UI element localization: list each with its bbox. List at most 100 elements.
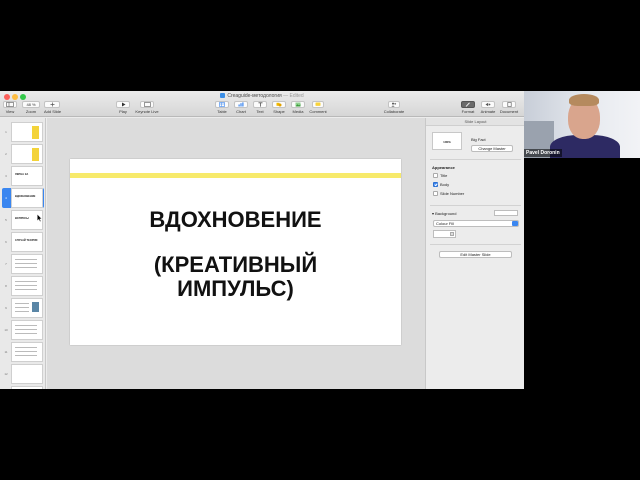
navigator-slide-12[interactable]: 12 bbox=[2, 364, 44, 384]
thumbnail-title: ВОПРОСЫ bbox=[15, 217, 29, 220]
table-label: Table bbox=[217, 109, 227, 114]
keynote-live-button[interactable]: Keynote Live bbox=[134, 101, 160, 114]
divider bbox=[430, 205, 521, 206]
format-label: Format bbox=[461, 109, 475, 114]
navigator-slide-10[interactable]: 10 bbox=[2, 320, 44, 340]
tab-slide-layout[interactable]: Slide Layout bbox=[426, 118, 524, 126]
chart-label: Chart bbox=[236, 109, 246, 114]
slide-canvas: ВДОХНОВЕНИЕ (КРЕАТИВНЫЙ ИМПУЛЬС) bbox=[47, 118, 425, 389]
color-picker-icon[interactable] bbox=[450, 232, 454, 236]
thumbnail-title: ВДОХНОВЕНИЕ bbox=[15, 195, 36, 198]
mouse-cursor-icon bbox=[37, 214, 42, 222]
fill-type-value: Colour Fill bbox=[436, 221, 455, 226]
slide-thumbnail bbox=[11, 320, 43, 340]
add-slide-button[interactable]: Add Slide bbox=[44, 101, 62, 114]
thumbnail-text-line bbox=[15, 333, 37, 334]
format-inspector: Slide Layout 100% Big Fact Change Master… bbox=[425, 118, 524, 389]
shape-button[interactable]: Shape bbox=[272, 101, 286, 114]
current-slide[interactable]: ВДОХНОВЕНИЕ (КРЕАТИВНЫЙ ИМПУЛЬС) bbox=[70, 159, 401, 345]
slide-number: 2 bbox=[5, 152, 7, 156]
thumbnail-text-line bbox=[15, 347, 37, 348]
thumbnail-image bbox=[32, 126, 39, 139]
text-button[interactable]: Text bbox=[253, 101, 267, 114]
navigator-slide-7[interactable]: 7 bbox=[2, 254, 44, 274]
navigator-slide-9[interactable]: 9 bbox=[2, 298, 44, 318]
thumbnail-image bbox=[32, 302, 39, 312]
edit-master-slide-button[interactable]: Edit Master Slide bbox=[439, 251, 512, 258]
zoom-value-box: 48 % bbox=[22, 101, 40, 108]
thumbnail-text-line bbox=[15, 325, 37, 326]
thumbnail-image bbox=[32, 148, 39, 161]
appearance-heading: Appearance bbox=[432, 165, 455, 170]
collaborate-button[interactable]: Collaborate bbox=[380, 101, 408, 114]
edited-status: — Edited bbox=[283, 93, 304, 99]
keynote-doc-icon bbox=[220, 93, 226, 98]
slide-number: 1 bbox=[5, 130, 7, 134]
slide-title[interactable]: ВДОХНОВЕНИЕ bbox=[70, 206, 401, 233]
slide-navigator: 1 2 3 ЛЕРНА ЗА 4 ВДОХНОВЕНИЕ 5 ВОПРОСЫ 6 СЛУЧАЙ Т… bbox=[0, 118, 46, 389]
chart-button[interactable]: Chart bbox=[234, 101, 248, 114]
zoom-menu[interactable]: 48 % Zoom bbox=[22, 101, 40, 114]
play-button[interactable]: Play bbox=[116, 101, 130, 114]
slide-thumbnail bbox=[11, 298, 43, 318]
background-heading: Background bbox=[435, 211, 457, 216]
thumbnail-text-line bbox=[15, 259, 37, 260]
comment-label: Comment bbox=[309, 109, 327, 114]
document-icon bbox=[502, 101, 516, 108]
checkbox-label: Slide Number bbox=[440, 191, 465, 196]
navigator-slide-4[interactable]: 4 ВДОХНОВЕНИЕ bbox=[2, 188, 44, 208]
keynote-live-icon bbox=[140, 101, 154, 108]
collaborate-label: Collaborate bbox=[383, 109, 405, 114]
navigator-slide-11[interactable]: 11 bbox=[2, 342, 44, 362]
slide-body-line-1: (КРЕАТИВНЫЙ bbox=[153, 252, 318, 277]
navigator-slide-1[interactable]: 1 bbox=[2, 122, 44, 142]
slide-number: 5 bbox=[5, 218, 7, 222]
animate-button[interactable]: Animate bbox=[479, 101, 497, 114]
animate-icon bbox=[481, 101, 495, 108]
background-color-well[interactable] bbox=[494, 210, 518, 216]
media-button[interactable]: Media bbox=[291, 101, 305, 114]
zoom-label: Zoom bbox=[25, 109, 37, 114]
shape-icon bbox=[272, 101, 286, 108]
navigator-slide-2[interactable]: 2 bbox=[2, 144, 44, 164]
slide-number: 7 bbox=[5, 262, 7, 266]
comment-button[interactable]: Comment bbox=[309, 101, 327, 114]
thumbnail-text-line bbox=[15, 355, 37, 356]
document-name: Creaguide-методология bbox=[227, 93, 282, 99]
navigator-slide-3[interactable]: 3 ЛЕРНА ЗА bbox=[2, 166, 44, 186]
slide-body[interactable]: (КРЕАТИВНЫЙ ИМПУЛЬС) bbox=[70, 253, 401, 301]
navigator-slide-8[interactable]: 8 bbox=[2, 276, 44, 296]
change-master-button[interactable]: Change Master bbox=[471, 145, 513, 152]
add-slide-label: Add Slide bbox=[44, 109, 62, 114]
format-button[interactable]: Format bbox=[459, 101, 477, 114]
fill-color-well[interactable] bbox=[433, 230, 456, 238]
master-thumbnail[interactable]: 100% bbox=[432, 132, 462, 150]
play-icon bbox=[116, 101, 130, 108]
slide-thumbnail bbox=[11, 342, 43, 362]
document-button[interactable]: Document bbox=[499, 101, 519, 114]
fill-type-select[interactable]: Colour Fill bbox=[433, 220, 519, 227]
thumbnail-text-line bbox=[15, 285, 37, 286]
background-section[interactable]: ▾ Background bbox=[432, 211, 456, 216]
play-label: Play bbox=[119, 109, 127, 114]
thumbnail-title: ЛЕРНА ЗА bbox=[15, 173, 29, 176]
table-button[interactable]: Table bbox=[215, 101, 229, 114]
checkbox-body[interactable] bbox=[433, 182, 438, 187]
slide-accent-rule bbox=[70, 173, 401, 178]
screen: Creaguide-методология — Edited View 48 %… bbox=[0, 0, 640, 480]
view-button[interactable]: View bbox=[3, 101, 17, 114]
thumbnail-text-line bbox=[15, 281, 37, 282]
navigator-slide-6[interactable]: 6 СЛУЧАЙ ТЕОРИЯ bbox=[2, 232, 44, 252]
checkbox-label: Title bbox=[440, 173, 448, 178]
table-icon bbox=[215, 101, 229, 108]
toolbar: Creaguide-методология — Edited View 48 %… bbox=[0, 91, 524, 117]
slide-body-line-2: ИМПУЛЬС) bbox=[177, 276, 294, 301]
checkbox-title[interactable] bbox=[433, 173, 438, 178]
slide-thumbnail bbox=[11, 122, 43, 142]
thumbnail-text-line bbox=[15, 289, 37, 290]
slide-number: 9 bbox=[5, 306, 7, 310]
slide-number: 6 bbox=[5, 240, 7, 244]
navigator-slide-13[interactable]: 13 bbox=[2, 386, 44, 389]
thumbnail-title: СЛУЧАЙ ТЕОРИЯ bbox=[15, 239, 38, 242]
checkbox-slide-number[interactable] bbox=[433, 191, 438, 196]
